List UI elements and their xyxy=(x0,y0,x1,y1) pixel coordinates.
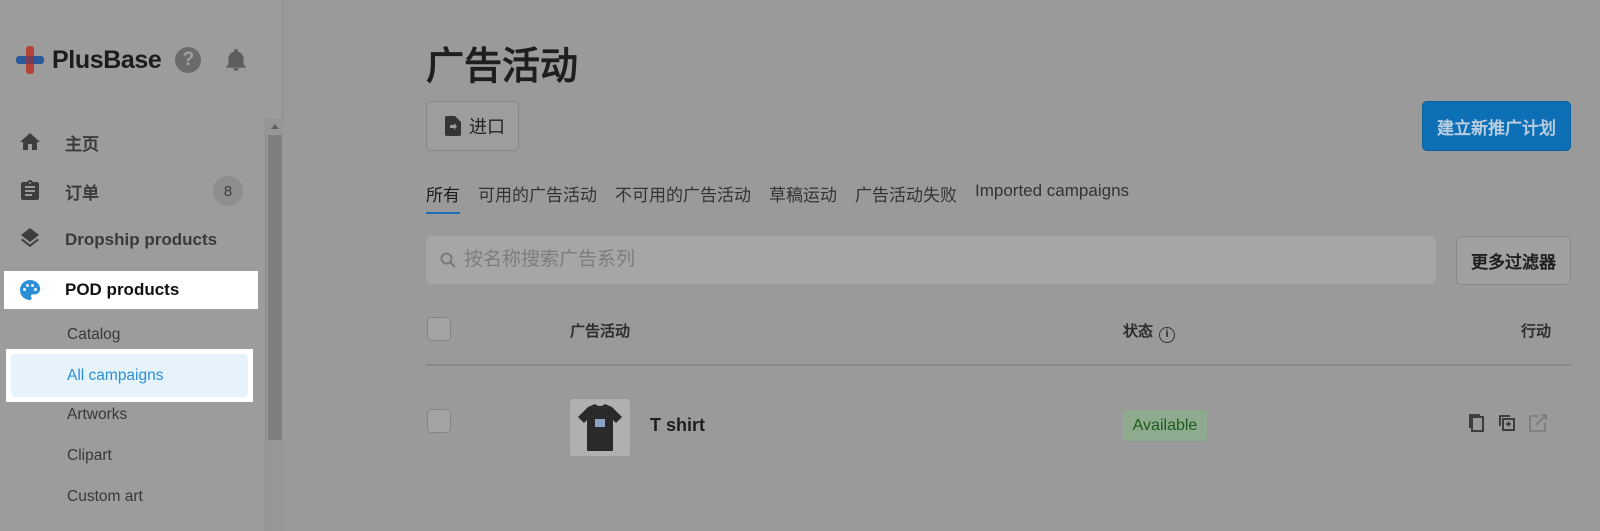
sidebar-item-label: Dropship products xyxy=(65,230,218,249)
import-file-icon xyxy=(445,116,461,136)
create-campaign-button[interactable]: 建立新推广计划 xyxy=(1422,101,1571,151)
bell-icon[interactable] xyxy=(223,47,249,73)
campaign-tabs: 所有 可用的广告活动 不可用的广告活动 草稿运动 广告活动失败 Imported… xyxy=(426,181,1147,214)
table-header-divider xyxy=(426,364,1571,366)
tab-all[interactable]: 所有 xyxy=(426,181,460,214)
tab-imported[interactable]: Imported campaigns xyxy=(975,181,1129,209)
orders-count-badge: 8 xyxy=(213,176,243,206)
sidebar-item-orders[interactable]: 订单 8 xyxy=(0,172,258,210)
sidebar-item-label: 主页 xyxy=(65,134,99,154)
copy-icon[interactable] xyxy=(1466,412,1488,434)
tab-draft[interactable]: 草稿运动 xyxy=(769,181,837,209)
tab-available[interactable]: 可用的广告活动 xyxy=(478,181,597,209)
info-icon[interactable]: i xyxy=(1159,327,1176,343)
more-filters-button[interactable]: 更多过滤器 xyxy=(1456,236,1571,285)
sidebar-item-label: POD products xyxy=(65,280,180,299)
duplicate-icon[interactable] xyxy=(1496,412,1518,434)
help-icon[interactable]: ? xyxy=(175,47,202,73)
row-checkbox[interactable] xyxy=(427,409,451,433)
layers-icon xyxy=(18,228,42,252)
home-icon xyxy=(18,130,42,154)
sidebar-subitem-catalog[interactable]: Catalog xyxy=(67,326,120,344)
status-badge: Available xyxy=(1123,410,1207,441)
sidebar-subitem-artworks[interactable]: Artworks xyxy=(67,406,127,424)
clipboard-icon xyxy=(18,179,42,203)
brand-bar: PlusBase ? xyxy=(14,42,249,78)
status-header-label: 状态 xyxy=(1123,323,1154,340)
sidebar-item-home[interactable]: 主页 xyxy=(0,123,258,161)
tab-failed[interactable]: 广告活动失败 xyxy=(855,181,957,209)
sidebar-item-label: 订单 xyxy=(65,183,99,203)
sidebar-subitem-all-campaigns-wrap: All campaigns xyxy=(6,349,253,402)
sidebar-subitem-clipart[interactable]: Clipart xyxy=(67,447,112,465)
column-header-status: 状态 i xyxy=(1123,320,1176,343)
import-button[interactable]: 进口 xyxy=(426,101,519,151)
brand-name: PlusBase xyxy=(52,45,162,74)
sidebar-subitem-custom-art[interactable]: Custom art xyxy=(67,488,143,506)
sidebar-scrollbar[interactable] xyxy=(265,118,283,531)
search-input[interactable] xyxy=(464,249,1364,271)
plusbase-logo-icon[interactable] xyxy=(14,44,46,76)
tab-unavailable[interactable]: 不可用的广告活动 xyxy=(615,181,751,209)
edit-icon[interactable] xyxy=(1527,412,1549,434)
column-header-action: 行动 xyxy=(1521,323,1552,340)
search-icon xyxy=(440,252,456,268)
column-header-campaign: 广告活动 xyxy=(570,323,631,340)
scroll-up-arrow-icon[interactable] xyxy=(266,118,283,134)
sidebar: PlusBase ? 主页 订单 8 Dropship products POD… xyxy=(0,0,283,531)
product-thumbnail[interactable] xyxy=(570,399,630,456)
palette-icon xyxy=(18,278,42,302)
search-bar xyxy=(426,236,1436,284)
sidebar-item-dropship-products[interactable]: Dropship products xyxy=(0,221,258,259)
select-all-checkbox[interactable] xyxy=(427,317,451,341)
sidebar-item-pod-products[interactable]: POD products xyxy=(4,271,258,309)
sidebar-subitem-all-campaigns[interactable]: All campaigns xyxy=(11,354,248,397)
page-title: 广告活动 xyxy=(426,46,579,88)
scrollbar-thumb[interactable] xyxy=(268,135,282,440)
campaign-name[interactable]: T shirt xyxy=(650,415,705,436)
import-label: 进口 xyxy=(469,117,505,137)
